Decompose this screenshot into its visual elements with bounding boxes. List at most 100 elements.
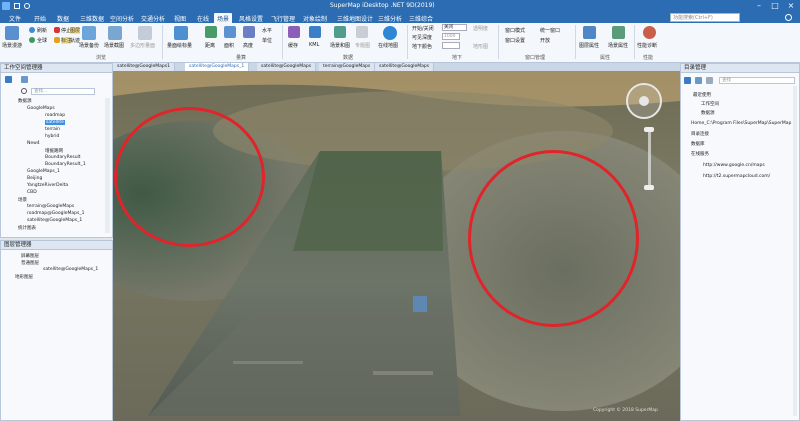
thematic-map-icon[interactable]: [356, 26, 368, 38]
label-icon[interactable]: [54, 37, 60, 43]
polygon-area-icon[interactable]: [138, 26, 152, 40]
zoom-in-button[interactable]: [644, 127, 654, 132]
tree-boundary-result-1[interactable]: BoundaryResult_1: [45, 162, 86, 167]
settings-icon[interactable]: [785, 14, 792, 21]
catalog-search-input[interactable]: 查找: [719, 77, 795, 84]
zoom-out-button[interactable]: [644, 185, 654, 190]
underground-mode-select[interactable]: 关闭: [442, 24, 467, 31]
minimize-button[interactable]: –: [752, 1, 766, 11]
catalog-supermapcloud-url[interactable]: http://t2.supermapcloud.com/: [703, 174, 770, 179]
catalog-directory-connection[interactable]: 目录连接: [691, 131, 709, 137]
tree-yangtze[interactable]: YangtzeRiverDelta: [27, 183, 68, 188]
tree-new4[interactable]: New4: [27, 141, 40, 146]
catalog-folder-icon[interactable]: [695, 77, 702, 84]
window-mode-button[interactable]: 窗口模式: [505, 27, 525, 34]
zoom-slider[interactable]: [648, 131, 651, 186]
tab-satellite-3[interactable]: satellite@GoogleMaps: [375, 63, 435, 71]
catalog-delete-icon[interactable]: [706, 77, 713, 84]
depth-input[interactable]: 1000: [442, 33, 460, 40]
tree-scene-roadmap[interactable]: roadmap@GoogleMaps_1: [27, 211, 84, 216]
underground-color-swatch[interactable]: [442, 42, 460, 49]
workspace-settings-icon[interactable]: [21, 76, 28, 83]
tree-cbd[interactable]: CBD: [27, 190, 37, 195]
scene-map-button[interactable]: 场景和图: [330, 42, 350, 49]
horizontal-button[interactable]: 水平: [262, 27, 272, 34]
scene-map-icon[interactable]: [334, 26, 346, 38]
globe-icon[interactable]: [29, 37, 35, 43]
tree-roadmap[interactable]: roadmap: [45, 113, 65, 118]
layer-terrain[interactable]: 地形图层: [15, 274, 33, 280]
refresh-icon[interactable]: [29, 27, 35, 33]
window-settings-button[interactable]: 窗口设置: [505, 37, 525, 44]
height-button[interactable]: 高度: [243, 42, 253, 49]
compass-center-icon[interactable]: [639, 96, 649, 106]
scene-screenshot-icon[interactable]: [108, 26, 122, 40]
search-icon[interactable]: [21, 88, 27, 94]
area-button[interactable]: 面积: [224, 42, 234, 49]
tree-googlemaps[interactable]: GoogleMaps: [27, 106, 55, 111]
performance-icon[interactable]: [643, 26, 656, 39]
maximize-button[interactable]: □: [768, 1, 782, 11]
unit-button[interactable]: 单位: [262, 37, 272, 44]
tab-terrain[interactable]: terrain@GoogleMaps: [319, 63, 376, 71]
scene-properties-button[interactable]: 场景属性: [608, 42, 628, 49]
kml-icon[interactable]: [309, 26, 321, 38]
catalog-home-path[interactable]: Home_C:\Program Files\SuperMap\SuperMap: [691, 121, 791, 126]
cache-button[interactable]: 缓存: [288, 42, 298, 49]
tree-scene[interactable]: 场景: [18, 197, 27, 203]
tree-beijing[interactable]: Beijing: [27, 176, 42, 181]
scene-backup-icon[interactable]: [82, 26, 96, 40]
scene-roam-icon[interactable]: [5, 26, 19, 40]
layer-satellite[interactable]: satellite@GoogleMaps_1: [43, 267, 98, 272]
catalog-database[interactable]: 数据库: [691, 141, 705, 147]
layer-button[interactable]: 图层: [70, 27, 81, 34]
tree-hybrid[interactable]: hybrid: [45, 134, 59, 139]
tree-boundary-result[interactable]: BoundaryResult: [45, 155, 81, 160]
quick-save-icon[interactable]: [14, 3, 20, 9]
tree-road-network[interactable]: 增援路网: [45, 148, 63, 154]
navigation-compass[interactable]: [626, 83, 662, 119]
area-icon[interactable]: [224, 26, 236, 38]
workspace-search-input[interactable]: 查找...: [31, 88, 95, 95]
scene-roam-button[interactable]: 场景漫游: [2, 42, 22, 49]
online-map-button[interactable]: 在线地图: [378, 42, 398, 49]
cache-icon[interactable]: [288, 26, 300, 38]
tree-terrain[interactable]: terrain: [45, 127, 60, 132]
tree-scene-terrain[interactable]: terrain@GoogleMaps: [27, 204, 74, 209]
distance-icon[interactable]: [205, 26, 217, 38]
toggle-underground-button[interactable]: 开始/关闭: [412, 25, 434, 32]
height-icon[interactable]: [243, 26, 255, 38]
polygon-area-button[interactable]: 多边形量面: [130, 42, 155, 49]
tree-scene-satellite[interactable]: satellite@GoogleMaps_1: [27, 218, 82, 223]
open-workspace-icon[interactable]: [5, 76, 12, 83]
scene-screenshot-button[interactable]: 场景截图: [104, 42, 124, 49]
online-map-icon[interactable]: [383, 26, 397, 40]
distance-button[interactable]: 距离: [205, 42, 215, 49]
catalog-recent[interactable]: 最近使用: [693, 92, 711, 98]
close-button[interactable]: ×: [784, 1, 798, 11]
layer-properties-icon[interactable]: [583, 26, 596, 39]
catalog-online-services[interactable]: 在线服务: [691, 151, 709, 157]
catalog-datasource[interactable]: 数据源: [701, 110, 715, 116]
tab-satellite-1[interactable]: satellite@GoogleMaps1: [113, 63, 175, 71]
layer-screen[interactable]: 屏幕图层: [21, 253, 39, 259]
tree-stat-chart[interactable]: 统计图表: [18, 225, 36, 231]
performance-diagnosis-button[interactable]: 性能诊断: [637, 42, 657, 49]
thematic-map-button[interactable]: 专题图: [355, 42, 370, 49]
catalog-scrollbar[interactable]: [793, 86, 797, 416]
catalog-back-icon[interactable]: [684, 77, 691, 84]
workspace-scrollbar[interactable]: [105, 98, 110, 233]
open-button[interactable]: 开放: [540, 37, 550, 44]
scene-backup-button[interactable]: 场景备份: [79, 42, 99, 49]
scene-properties-icon[interactable]: [612, 26, 625, 39]
layer-normal[interactable]: 普通图层: [21, 260, 39, 266]
catalog-google-maps-url[interactable]: http://www.google.cn/maps: [703, 163, 765, 168]
layer-properties-button[interactable]: 图层属性: [579, 42, 599, 49]
tab-satellite-2[interactable]: satellite@GoogleMaps: [257, 63, 317, 71]
kml-button[interactable]: KML: [309, 42, 319, 48]
scene-view[interactable]: Copyright © 2018 SuperMap: [113, 71, 680, 421]
help-search-input[interactable]: 功能搜索(Ctrl+F): [670, 13, 740, 22]
catalog-workspace[interactable]: 工作空间: [701, 101, 719, 107]
tab-satellite-googlemaps-1[interactable]: satellite@GoogleMaps_1: [185, 63, 250, 71]
measure-label-icon[interactable]: [174, 26, 188, 40]
